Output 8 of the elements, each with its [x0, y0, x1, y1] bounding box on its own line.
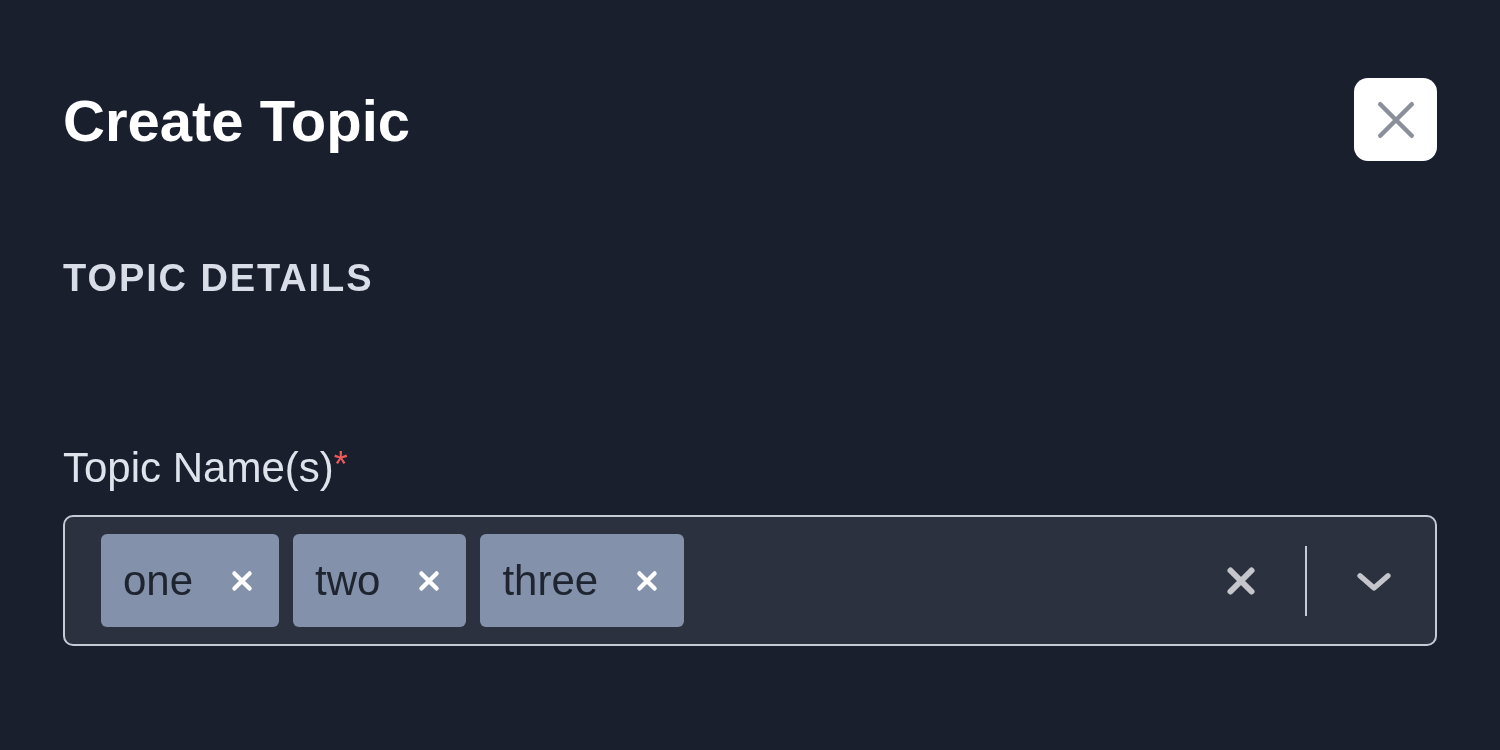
chip-label: two — [315, 559, 381, 602]
chip-label: one — [123, 559, 194, 602]
section-title: TOPIC DETAILS — [63, 259, 375, 297]
chip-label: three — [502, 559, 599, 602]
close-button[interactable] — [1354, 78, 1437, 161]
field-label: Topic Name(s) — [63, 447, 334, 489]
topic-names-field[interactable]: one two three — [63, 515, 1437, 646]
required-mark: * — [333, 447, 348, 483]
